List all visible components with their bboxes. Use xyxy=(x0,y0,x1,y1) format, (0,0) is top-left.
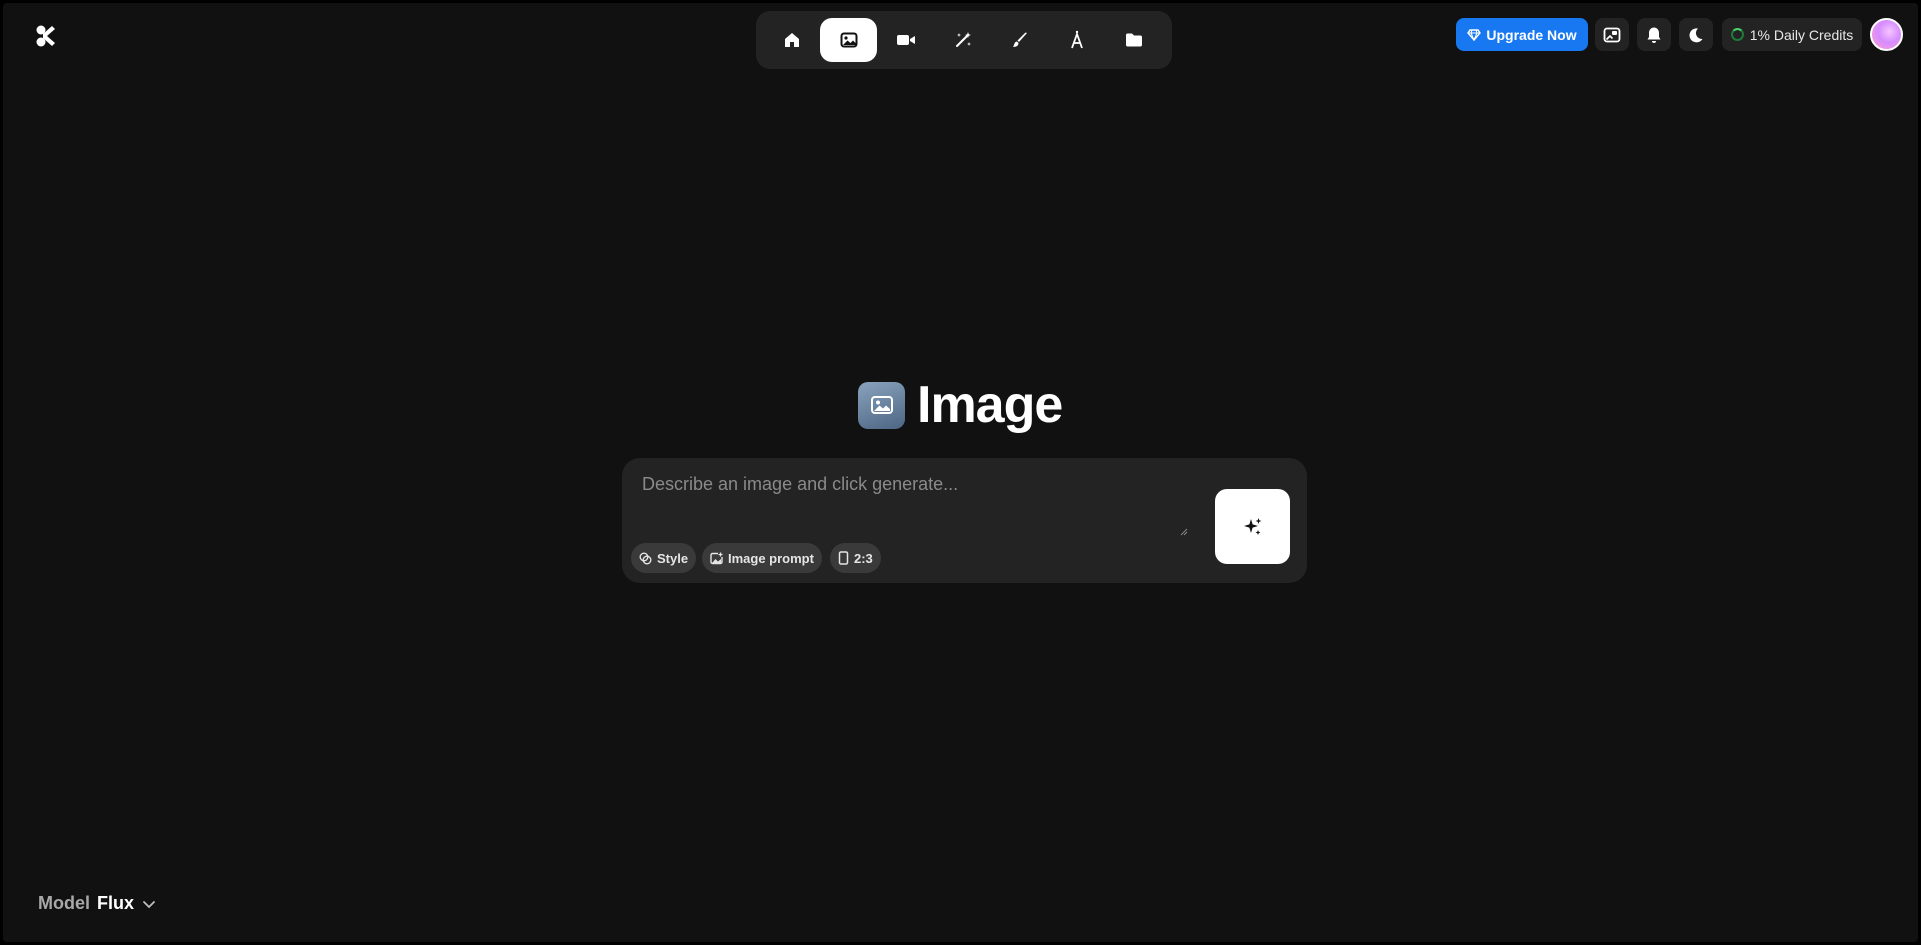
prompt-input[interactable] xyxy=(642,474,1182,534)
bell-icon xyxy=(1647,27,1661,43)
style-icon xyxy=(639,552,652,564)
brush-icon xyxy=(1012,32,1027,47)
style-chip-label: Style xyxy=(657,550,689,566)
page-heading: Image xyxy=(858,375,1063,435)
aspect-ratio-chip[interactable]: 2:3 xyxy=(830,543,881,573)
nav-text-button[interactable] xyxy=(1048,18,1105,62)
nav-image-button[interactable] xyxy=(820,18,877,62)
image-prompt-icon xyxy=(710,551,723,564)
image-tool-icon xyxy=(858,381,905,429)
nav-edit-button[interactable] xyxy=(991,18,1048,62)
model-selector[interactable]: Model Flux xyxy=(38,893,157,914)
image-icon xyxy=(840,32,857,48)
gallery-icon xyxy=(1603,27,1621,42)
moon-icon xyxy=(1689,27,1703,42)
model-value: Flux xyxy=(97,893,135,913)
gallery-button[interactable] xyxy=(1595,18,1629,51)
sparkles-icon xyxy=(1243,517,1261,535)
style-chip[interactable]: Style xyxy=(631,543,697,573)
nav-video-button[interactable] xyxy=(877,18,934,62)
page-title: Image xyxy=(917,376,1063,434)
resize-grip-icon[interactable] xyxy=(1180,528,1188,536)
nav-enhance-button[interactable] xyxy=(934,18,991,62)
image-prompt-chip[interactable]: Image prompt xyxy=(702,543,822,573)
chevron-down-icon xyxy=(143,900,155,908)
aspect-ratio-icon xyxy=(838,551,849,565)
diamond-icon xyxy=(1467,28,1482,41)
nav-assets-button[interactable] xyxy=(1105,18,1162,62)
notifications-button[interactable] xyxy=(1637,18,1671,51)
home-icon xyxy=(784,33,799,47)
app-logo[interactable] xyxy=(33,23,59,49)
theme-toggle-button[interactable] xyxy=(1679,18,1713,51)
app-window: Upgrade Now 1% Daily Credits Image Descr… xyxy=(3,3,1918,942)
top-nav xyxy=(756,11,1172,69)
nav-home-button[interactable] xyxy=(763,18,820,62)
prompt-panel: Style Image prompt 2:3 xyxy=(622,458,1307,583)
type-icon xyxy=(1070,30,1083,49)
image-prompt-chip-label: Image prompt xyxy=(728,550,814,566)
model-label: Model xyxy=(38,893,90,913)
daily-credits-indicator[interactable]: 1% Daily Credits xyxy=(1722,18,1862,51)
folder-icon xyxy=(1125,33,1142,47)
user-avatar[interactable] xyxy=(1870,18,1903,51)
video-camera-icon xyxy=(896,35,915,45)
upgrade-button[interactable]: Upgrade Now xyxy=(1456,18,1588,51)
credits-progress-ring-icon xyxy=(1730,28,1744,41)
generate-button[interactable] xyxy=(1215,489,1290,564)
upgrade-label: Upgrade Now xyxy=(1486,26,1577,43)
credits-label: 1% Daily Credits xyxy=(1749,26,1854,43)
aspect-ratio-chip-label: 2:3 xyxy=(854,550,873,566)
magic-wand-icon xyxy=(955,32,971,47)
